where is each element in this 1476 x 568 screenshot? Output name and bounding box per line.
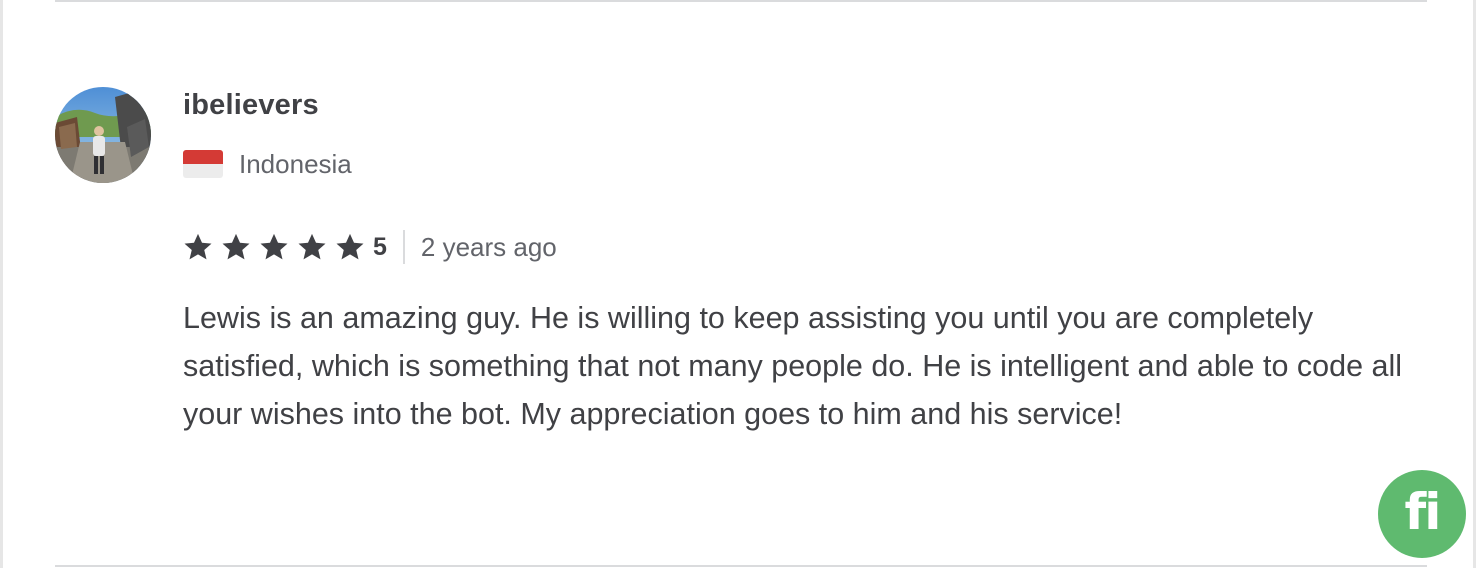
reviewer-username[interactable]: ibelievers (183, 86, 319, 124)
reviewer-country: Indonesia (239, 149, 352, 179)
avatar-photo (55, 87, 151, 183)
star-icon (298, 233, 326, 260)
rating-row: 5 2 years ago (183, 229, 557, 265)
star-icon (260, 233, 288, 260)
rating-value: 5 (373, 232, 387, 261)
fiverr-logo-icon: fi (1404, 483, 1442, 541)
indonesia-flag-icon (183, 150, 223, 178)
star-icon (336, 233, 364, 260)
user-avatar[interactable] (55, 87, 151, 183)
review-time: 2 years ago (420, 231, 557, 262)
rating-separator (402, 230, 405, 264)
review-body: Lewis is an amazing guy. He is willing t… (183, 301, 1403, 431)
star-rating (183, 232, 365, 262)
fiverr-chat-button[interactable]: fi (1378, 470, 1466, 558)
top-divider (55, 0, 1427, 2)
star-icon (184, 233, 212, 260)
star-icon (222, 233, 250, 260)
review-card: ibelievers Indonesia 5 2 years ago Lewis… (0, 0, 1476, 568)
bottom-divider (55, 565, 1427, 567)
